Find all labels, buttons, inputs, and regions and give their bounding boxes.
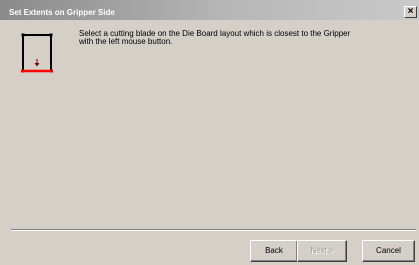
separator — [11, 229, 416, 231]
title-bar[interactable]: Set Extents on Gripper Side × — [0, 0, 419, 20]
cancel-button[interactable]: Cancel — [362, 240, 415, 262]
instruction-line-2: with the left mouse button. — [79, 37, 173, 46]
close-button[interactable]: × — [404, 6, 417, 18]
next-button[interactable]: Next > — [297, 240, 347, 262]
back-button[interactable]: Back — [250, 240, 298, 262]
window-title: Set Extents on Gripper Side — [9, 8, 115, 17]
dialog-window: Set Extents on Gripper Side × Select a c… — [0, 0, 419, 265]
instruction-text: Select a cutting blade on the Die Board … — [79, 30, 399, 46]
close-icon: × — [407, 6, 414, 17]
gripper-side-icon — [21, 33, 53, 73]
